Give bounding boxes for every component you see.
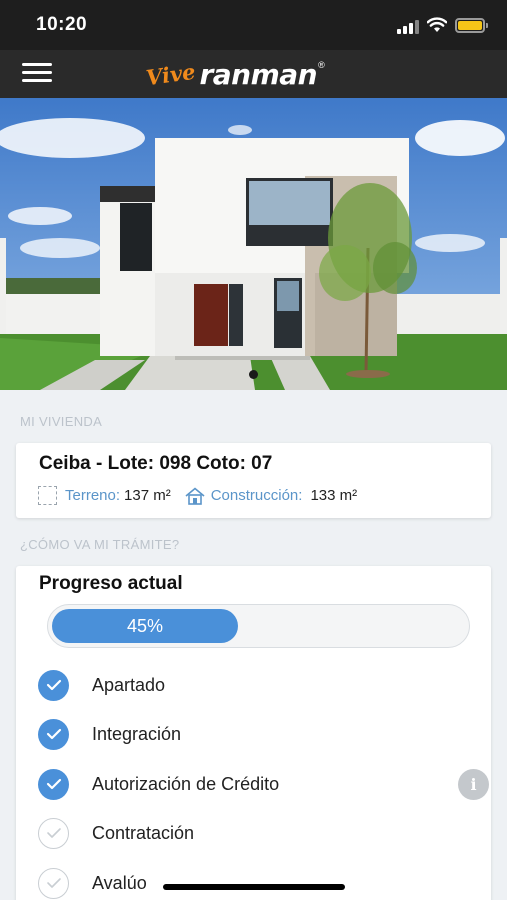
- step-label: Apartado: [92, 674, 166, 695]
- step-apartado[interactable]: Apartado: [38, 668, 468, 702]
- logo-registered-mark: ®: [318, 60, 325, 70]
- logo-script: Vive: [144, 58, 197, 90]
- progress-percent: 45%: [126, 616, 164, 636]
- battery-icon: [455, 18, 488, 33]
- app-header: Vive ranman ®: [0, 50, 507, 98]
- step-check-icon: [38, 718, 69, 750]
- home-indicator[interactable]: [163, 884, 345, 890]
- step-label: Autorización de Crédito: [92, 773, 280, 794]
- step-integracion[interactable]: Integración: [38, 717, 468, 751]
- step-check-pending-icon: [38, 867, 69, 899]
- construction-label: Construcción:: [210, 487, 303, 504]
- step-autorizacion-credito[interactable]: Autorización de Crédito i: [38, 767, 489, 801]
- vive-ranman-logo: Vive ranman ®: [144, 54, 366, 94]
- construction-value: 133 m²: [310, 487, 358, 504]
- house-title: Ceiba - Lote: 098 Coto: 07: [39, 453, 273, 474]
- status-time: 10:20: [36, 14, 88, 35]
- section-label-my-home: MI VIVIENDA: [20, 414, 103, 429]
- section-label-my-process: ¿CÓMO VA MI TRÁMITE?: [20, 537, 180, 552]
- progress-bar-fill: 45%: [52, 609, 238, 643]
- info-icon[interactable]: i: [458, 768, 489, 800]
- house-icon: [185, 486, 205, 505]
- wifi-icon: [427, 17, 447, 32]
- progress-card: Progreso actual 45% Apartado Integración…: [16, 566, 491, 900]
- terrain-label: Terreno:: [65, 487, 121, 504]
- step-check-icon: [38, 768, 69, 800]
- step-label: Avalúo: [92, 872, 147, 893]
- terrain-value: 137 m²: [124, 487, 171, 504]
- carousel-dot-active[interactable]: [249, 370, 258, 379]
- hamburger-menu-icon[interactable]: [22, 63, 54, 85]
- step-label: Contratación: [92, 822, 195, 843]
- status-bar: 10:20: [0, 0, 507, 50]
- step-avaluo[interactable]: Avalúo: [38, 866, 468, 900]
- house-card: Ceiba - Lote: 098 Coto: 07 Terreno: 137 …: [16, 443, 491, 518]
- step-check-icon: [38, 669, 69, 701]
- progress-bar: 45%: [47, 604, 470, 648]
- house-specs: Terreno: 137 m² Construcción: 133 m²: [38, 486, 357, 505]
- step-label: Integración: [92, 723, 182, 744]
- house-photo-carousel[interactable]: [0, 98, 507, 390]
- progress-title: Progreso actual: [39, 573, 183, 594]
- house-photo: [0, 98, 507, 390]
- step-contratacion[interactable]: Contratación: [38, 816, 468, 850]
- cellular-signal-icon: [397, 20, 419, 34]
- dashed-square-icon: [38, 486, 57, 505]
- step-check-pending-icon: [38, 817, 69, 849]
- logo-brand: ranman: [199, 57, 318, 91]
